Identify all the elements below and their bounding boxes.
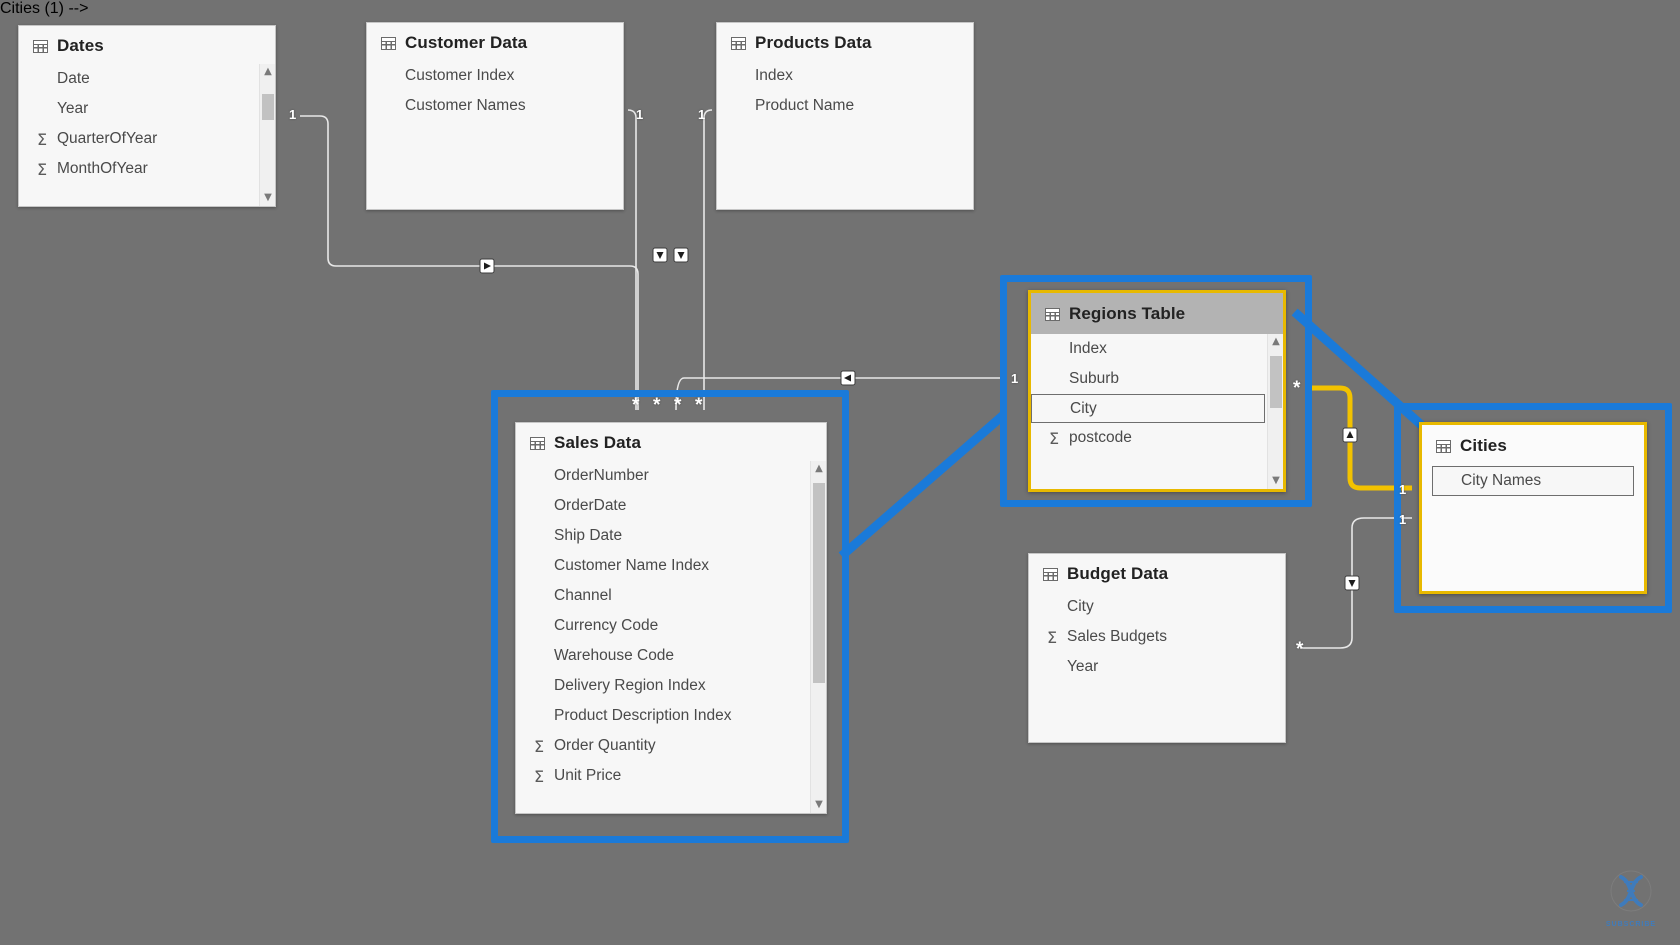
cardinality-label-cities-lower: 1 [1399, 512, 1407, 527]
scroll-down-arrow-icon[interactable]: ▼ [260, 190, 275, 206]
field-label: Year [57, 100, 89, 117]
watermark-label: SUBSCRIBE [1605, 921, 1657, 928]
field-row[interactable]: Σ Sales Budgets [1029, 622, 1285, 652]
table-title: Customer Data [405, 33, 528, 52]
field-label: MonthOfYear [57, 160, 148, 177]
table-header-customer-data[interactable]: Customer Data [367, 23, 623, 61]
cardinality-label-products: 1 [698, 107, 706, 122]
table-card-customer-data[interactable]: Customer Data Customer Index Customer Na… [366, 22, 624, 210]
field-list[interactable]: City Σ Sales Budgets Year [1029, 592, 1285, 742]
field-row[interactable]: Customer Names [367, 91, 623, 121]
table-card-products-data[interactable]: Products Data Index Product Name [716, 22, 974, 210]
field-label: Year [1067, 658, 1099, 675]
cardinality-label-customer: 1 [636, 107, 644, 122]
cardinality-label-sales-star-1: * [632, 395, 640, 416]
relationship-customer-sales [627, 109, 668, 410]
scroll-up-arrow-icon[interactable]: ▲ [260, 64, 275, 80]
table-header-budget-data[interactable]: Budget Data [1029, 554, 1285, 592]
table-title: Budget Data [1067, 564, 1169, 583]
field-list[interactable]: Customer Index Customer Names [367, 61, 623, 209]
table-title: Products Data [755, 33, 872, 52]
dna-helix-icon [1610, 870, 1652, 912]
cardinality-label-sales-star-2: * [653, 395, 661, 416]
model-view-canvas[interactable]: .rl { stroke:#e8e8e8; stroke-width:1.6; … [0, 0, 1680, 945]
cardinality-label-regions-one: 1 [1011, 371, 1019, 386]
field-list[interactable]: Date Year Σ QuarterOfYear Σ MonthOfYear … [19, 64, 275, 206]
field-row[interactable]: Σ MonthOfYear [19, 154, 275, 184]
table-grid-icon [1043, 567, 1058, 581]
cardinality-label-sales-star-4: * [695, 395, 703, 416]
aggregate-sigma-icon: Σ [37, 129, 48, 149]
field-row[interactable]: Customer Index [367, 61, 623, 91]
aggregate-sigma-icon: Σ [1047, 627, 1058, 647]
field-row[interactable]: Product Name [717, 91, 973, 121]
table-grid-icon [33, 39, 48, 53]
field-row[interactable]: Year [19, 94, 275, 124]
field-row[interactable]: Σ QuarterOfYear [19, 124, 275, 154]
cardinality-label-dates: 1 [289, 107, 297, 122]
cardinality-label-sales-star-3: * [674, 395, 682, 416]
table-title: Dates [57, 36, 104, 55]
field-list[interactable]: Index Product Name [717, 61, 973, 209]
field-label: City [1067, 598, 1094, 615]
table-header-products-data[interactable]: Products Data [717, 23, 973, 61]
relationship-products-sales [673, 109, 713, 410]
field-label: Sales Budgets [1067, 628, 1167, 645]
table-header-dates[interactable]: Dates [19, 26, 275, 64]
cardinality-label-cities-upper: 1 [1399, 482, 1407, 497]
aggregate-sigma-icon: Σ [37, 159, 48, 179]
table-card-dates[interactable]: Dates Date Year Σ QuarterOfYear Σ MonthO… [18, 25, 276, 207]
field-label: QuarterOfYear [57, 130, 158, 147]
table-card-budget-data[interactable]: Budget Data City Σ Sales Budgets Year [1028, 553, 1286, 743]
table-grid-icon [381, 36, 396, 50]
annotation-rect-sales [491, 390, 849, 843]
field-row[interactable]: City [1029, 592, 1285, 622]
field-label: Product Name [755, 97, 855, 114]
field-label: Date [57, 70, 90, 87]
watermark: SUBSCRIBE [1600, 869, 1662, 931]
field-row[interactable]: Year [1029, 652, 1285, 682]
annotation-rect-regions [1000, 275, 1312, 507]
annotation-rect-cities [1394, 403, 1672, 613]
field-label: Customer Index [405, 67, 515, 84]
cardinality-label-budget-star: * [1296, 639, 1304, 660]
field-row[interactable]: Date [19, 64, 275, 94]
field-label: Customer Names [405, 97, 526, 114]
vertical-scrollbar[interactable]: ▲ ▼ [259, 64, 275, 206]
table-grid-icon [731, 36, 746, 50]
scrollbar-thumb[interactable] [262, 94, 274, 120]
cardinality-label-regions-star: * [1293, 378, 1301, 399]
field-row[interactable]: Index [717, 61, 973, 91]
field-label: Index [755, 67, 793, 84]
